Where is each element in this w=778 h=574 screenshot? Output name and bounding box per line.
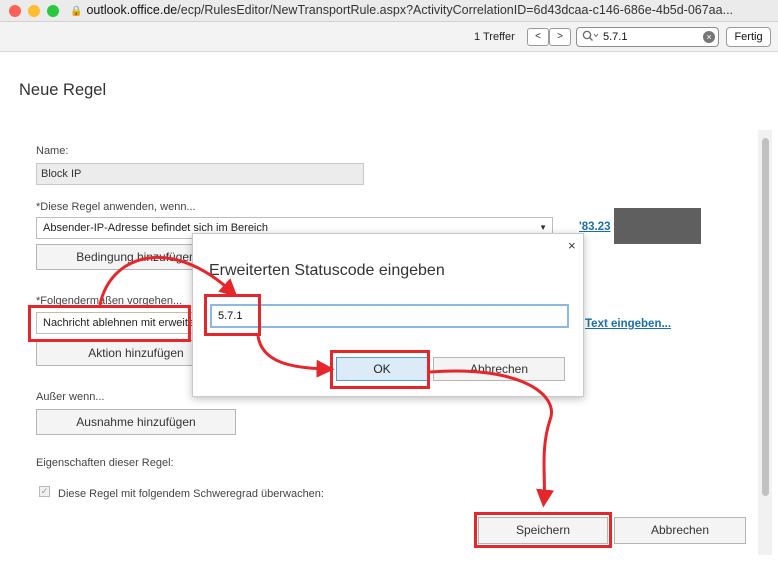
arrow-ok-to-save	[429, 369, 554, 508]
arrow-input-to-ok	[256, 335, 335, 378]
arrow-action-to-input	[98, 256, 238, 306]
annotation-arrows	[98, 256, 554, 508]
